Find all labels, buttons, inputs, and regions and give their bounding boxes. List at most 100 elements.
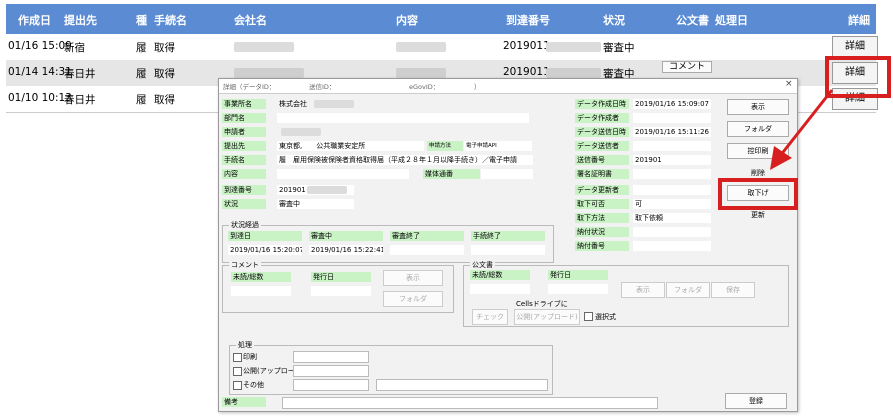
col-doc[interactable]: 公文書 [676,12,709,28]
redacted-arrival [546,42,601,52]
cells-drive-label: Cellsドライブに [516,300,568,308]
process-title: 処理 [236,340,254,350]
note-label: 備考 [222,397,266,407]
comment-folder-button[interactable]: フォルダ [383,291,443,307]
official-issued-value [548,284,608,294]
pay-status-label: 納付状況 [575,227,629,237]
select-checkbox[interactable] [584,312,593,321]
col-arrival[interactable]: 到達番号 [506,12,550,28]
cancel-method-value: 取下依頼 [633,213,711,223]
col-company[interactable]: 会社名 [234,12,267,28]
arrival-label: 到達番号 [222,185,266,195]
dialog-title: 詳細（データID： [223,83,276,91]
sent-value: 2019/01/16 15:11:26 [633,127,711,137]
comment-issued-label: 発行日 [311,272,371,282]
comment-read-value [231,286,291,296]
sender-value [633,141,711,151]
official-read-label: 未読/総数 [470,270,530,280]
row-dest: 新宿 [64,42,85,54]
redacted-company [234,68,304,78]
dest-value: 東京都, 公共職業安定所 [277,141,424,151]
upload-checkbox[interactable] [233,367,242,376]
other-detail-field[interactable] [376,379,548,391]
official-upload-button[interactable]: 公開(アップロード) [514,309,580,325]
col-status[interactable]: 状況 [603,12,625,28]
other-label: その他 [243,381,264,389]
dialog-title-end: ） [474,83,481,91]
print-label: 印刷 [243,353,257,361]
pay-no-value [633,241,711,251]
pay-status-value [633,227,711,237]
updater-value [633,185,711,195]
redacted-content [396,42,446,52]
cancel-ok-label: 取下可否 [575,199,629,209]
method-value: 電子申請API [464,141,532,151]
highlight-withdraw-button [718,178,798,210]
cert-label: 署名証明書 [575,169,629,179]
progress-value-done [471,245,545,255]
official-check-button[interactable]: チェック [472,309,508,325]
row-dest: 春日井 [64,68,96,80]
register-button[interactable]: 登録 [725,393,787,409]
sent-label: データ送信日時 [575,127,629,137]
official-save-button[interactable]: 保存 [711,282,755,298]
creator-value [633,113,711,123]
row-proc: 取得 [154,42,175,54]
note-field[interactable] [282,397,658,409]
dest-label: 提出先 [222,141,266,151]
updater-label: データ更新者 [575,185,629,195]
print-field[interactable] [293,351,369,363]
official-show-button[interactable]: 表示 [621,282,665,298]
row-date: 01/10 10:13 [8,92,72,104]
upload-field[interactable] [293,365,369,377]
comment-show-button[interactable]: 表示 [383,270,443,286]
detail-button[interactable]: 詳細 [832,36,878,58]
row-arrival: 2019011 [503,66,550,78]
other-checkbox[interactable] [233,381,242,390]
other-field[interactable] [293,379,369,391]
row-arrival: 2019011 [503,40,550,52]
print-checkbox[interactable] [233,353,242,362]
process-group: 処理 印刷 公開(アップロード) その他 [229,340,553,395]
created-value: 2019/01/16 15:09:07 [633,99,711,109]
official-issued-label: 発行日 [548,270,608,280]
redacted-arrival [546,68,601,78]
red-arrow-icon [770,89,834,170]
comment-read-label: 未読/総数 [231,272,291,282]
created-label: データ作成日時 [575,99,629,109]
progress-group: 状況経過 到達日 審査中 審査終了 手続終了 2019/01/16 15:20:… [222,220,554,263]
redacted-applicant [281,128,321,136]
progress-label-arrival: 到達日 [228,231,302,241]
sendno-value: 201901 [633,155,711,165]
redacted-content [396,68,446,78]
sender-label: データ送信者 [575,141,629,151]
cancel-method-label: 取下方法 [575,213,629,223]
comment-group: コメント 未読/総数 発行日 表示 フォルダ [222,260,454,313]
official-title: 公文書 [470,260,495,270]
status-value: 審査中 [277,199,354,209]
comment-button[interactable]: コメント [662,61,712,73]
media-label: 媒体通番 [423,169,480,179]
status-label: 状況 [222,199,266,209]
col-processed[interactable]: 処理日 [715,12,748,28]
official-folder-button[interactable]: フォルダ [666,282,710,298]
progress-value-review: 2019/01/16 15:22:41 [309,245,383,255]
content-label: 内容 [222,169,266,179]
dept-field[interactable] [277,113,529,123]
list-header: 作成日 提出先 種 手続名 会社名 内容 到達番号 状況 公文書 処理日 詳細 [6,4,876,34]
col-type[interactable]: 種 [136,12,147,28]
col-detail[interactable]: 詳細 [848,12,870,28]
col-date[interactable]: 作成日 [18,12,51,28]
col-proc[interactable]: 手続名 [154,12,187,28]
applicant-label: 申請者 [222,127,266,137]
progress-title: 状況経過 [229,220,261,230]
col-dest[interactable]: 提出先 [64,12,97,28]
table-row[interactable]: 01/16 15:09 新宿 履 取得 2019011 審査中 詳細 [6,34,878,60]
dialog-title-sendid: 送信ID： [309,83,336,91]
progress-label-review: 審査中 [309,231,383,241]
dept-label: 部門名 [222,113,266,123]
select-label: 選択式 [595,313,616,321]
creator-label: データ作成者 [575,113,629,123]
col-content[interactable]: 内容 [396,12,418,28]
progress-value-reviewed [390,245,464,255]
